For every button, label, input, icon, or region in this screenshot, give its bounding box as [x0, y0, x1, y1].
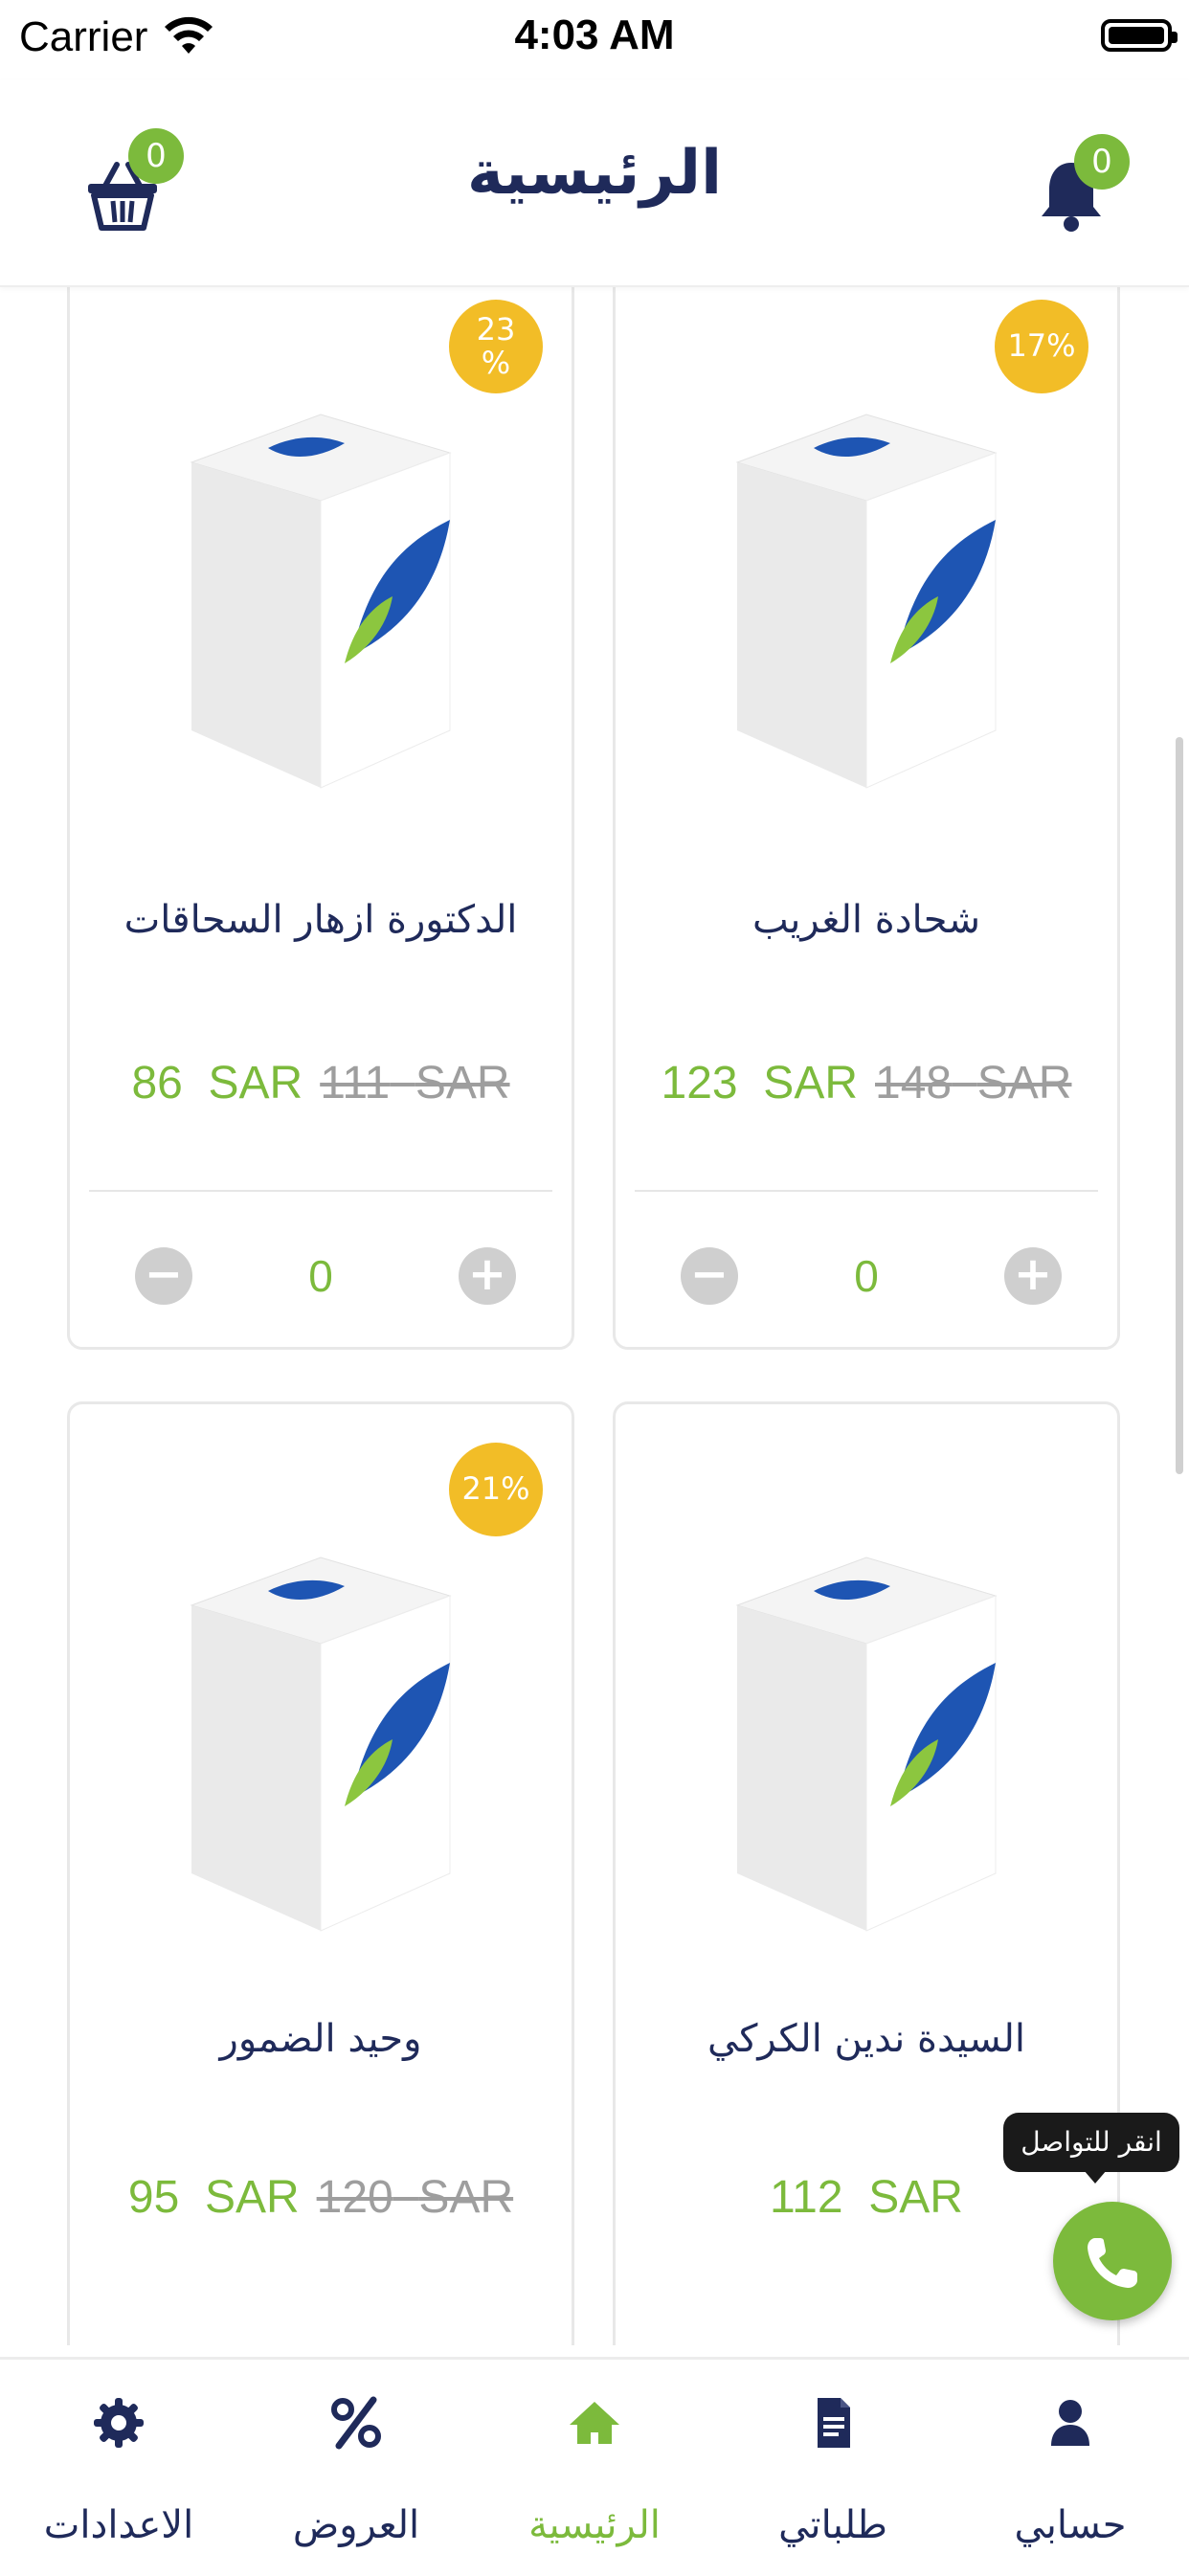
call-button[interactable]	[1053, 2202, 1172, 2320]
nav-item-offers[interactable]: العروض	[237, 2360, 475, 2576]
product-grid: 17% شحادة الغريب 123 SAR 148 SAR − 0 + 23…	[0, 287, 1189, 2345]
card-divider	[635, 1190, 1098, 1192]
product-box-image	[735, 414, 998, 789]
product-card[interactable]: السيدة ندين الكركي 112 SAR	[613, 1401, 1120, 2345]
nav-label: طلباتي	[778, 2503, 887, 2547]
increase-quantity-button[interactable]: +	[459, 1247, 516, 1305]
price-original: 111 SAR	[320, 1058, 510, 1109]
product-name: الدكتورة ازهار السحاقات	[123, 898, 518, 942]
notification-count-badge: 0	[1074, 134, 1130, 190]
price-row: 112 SAR	[616, 2170, 1117, 2224]
quantity-stepper: − 0 +	[70, 1247, 572, 1309]
nav-item-account[interactable]: حسابي	[952, 2360, 1189, 2576]
product-card[interactable]: 21% وحيد الضمور 95 SAR 120 SAR	[67, 1401, 574, 2345]
phone-icon	[1088, 2238, 1137, 2288]
gear-icon	[94, 2398, 144, 2448]
product-box-image	[190, 1557, 452, 1932]
percent-icon	[331, 2396, 381, 2450]
product-box-image	[735, 1557, 998, 1932]
price-original: 148 SAR	[875, 1058, 1072, 1109]
product-name: وحيد الضمور	[219, 2017, 422, 2061]
quantity-stepper: − 0 +	[616, 1247, 1117, 1309]
page-title: الرئيسية	[467, 138, 722, 209]
card-divider	[89, 1190, 552, 1192]
clock: 4:03 AM	[514, 11, 675, 58]
product-name: السيدة ندين الكركي	[707, 2017, 1025, 2061]
price-current: 95 SAR	[127, 2172, 300, 2223]
contact-tooltip: انقر للتواصل	[1003, 2113, 1179, 2184]
nav-item-orders[interactable]: طلباتي	[714, 2360, 952, 2576]
nav-item-home[interactable]: الرئيسية	[476, 2360, 713, 2576]
nav-label: الاعدادات	[43, 2503, 194, 2547]
bottom-nav: حسابي طلباتي الرئيسية العروض الاعدادات	[0, 2357, 1189, 2576]
product-card[interactable]: 23 % الدكتورة ازهار السحاقات 86 SAR 111 S…	[67, 287, 574, 1350]
product-box-image	[190, 414, 452, 789]
nav-label: العروض	[292, 2503, 420, 2547]
price-current: 86 SAR	[131, 1058, 303, 1109]
nav-label: الرئيسية	[528, 2503, 661, 2547]
increase-quantity-button[interactable]: +	[1004, 1247, 1062, 1305]
price-row: 86 SAR 111 SAR	[70, 1056, 572, 1109]
user-icon	[1051, 2400, 1089, 2446]
product-card[interactable]: 17% شحادة الغريب 123 SAR 148 SAR − 0 +	[613, 287, 1120, 1350]
document-icon	[818, 2398, 850, 2448]
price-row: 123 SAR 148 SAR	[616, 1056, 1117, 1109]
price-current: 123 SAR	[661, 1058, 858, 1109]
product-name: شحادة الغريب	[752, 898, 981, 942]
app-header: 0 الرئيسية 0	[0, 80, 1189, 287]
price-row: 95 SAR 120 SAR	[70, 2170, 572, 2224]
price-original: 120 SAR	[316, 2172, 514, 2223]
nav-item-settings[interactable]: الاعدادات	[0, 2360, 237, 2576]
status-bar: Carrier 4:03 AM	[0, 0, 1189, 80]
nav-label: حسابي	[1014, 2503, 1127, 2547]
price-current: 112 SAR	[770, 2172, 963, 2223]
home-icon	[570, 2402, 619, 2444]
scroll-indicator[interactable]	[1176, 737, 1183, 1474]
battery-icon	[1101, 19, 1178, 52]
